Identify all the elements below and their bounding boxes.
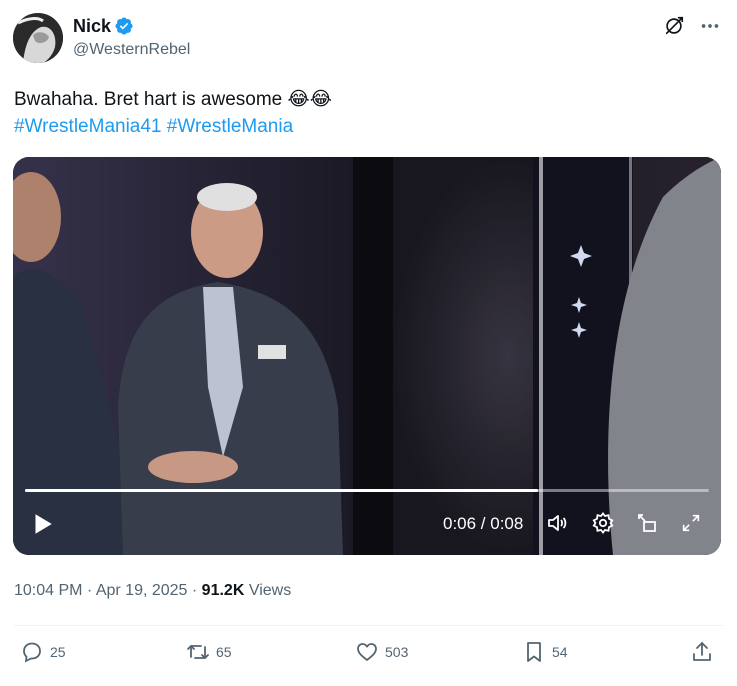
avatar[interactable]: [13, 13, 63, 63]
tweet-text: Bwahaha. Bret hart is awesome 😂😂 #Wrestl…: [14, 86, 714, 140]
repost-icon: [187, 645, 209, 659]
repost-count: 65: [216, 644, 232, 660]
handle[interactable]: @WesternRebel: [73, 39, 190, 61]
hashtag-wrestlemania41[interactable]: #WrestleMania41: [14, 116, 162, 137]
play-icon[interactable]: [29, 511, 55, 537]
timestamp[interactable]: 10:04 PM · Apr 19, 2025 ·: [14, 582, 202, 599]
bookmark-button[interactable]: 54: [522, 640, 568, 664]
fullscreen-icon[interactable]: [677, 509, 705, 537]
display-name[interactable]: Nick: [73, 15, 111, 37]
like-icon: [357, 643, 377, 661]
tweet-body-line: Bwahaha. Bret hart is awesome 😂😂: [14, 86, 714, 113]
bookmark-icon: [527, 642, 541, 662]
video-player[interactable]: 0:06 / 0:08: [13, 157, 721, 555]
tweet-meta: 10:04 PM · Apr 19, 2025 · 91.2K Views: [14, 580, 291, 602]
tweet-body: Bwahaha. Bret hart is awesome: [14, 89, 283, 110]
divider: [14, 625, 723, 626]
tweet-header: Nick @WesternRebel: [13, 13, 721, 65]
name-row: Nick: [73, 15, 190, 37]
settings-icon[interactable]: [589, 509, 617, 537]
more-icon[interactable]: [699, 15, 721, 37]
reply-icon: [23, 642, 41, 663]
verified-badge-icon: [115, 17, 133, 35]
views-label: Views: [244, 582, 292, 599]
share-icon: [693, 642, 711, 661]
reply-button[interactable]: 25: [20, 640, 66, 664]
hashtag-line: #WrestleMania41 #WrestleMania: [14, 113, 714, 140]
share-button[interactable]: [690, 640, 714, 664]
views-count: 91.2K: [201, 582, 245, 599]
reply-count: 25: [50, 644, 66, 660]
pip-icon[interactable]: [633, 509, 661, 537]
video-time: 0:06 / 0:08: [443, 514, 524, 533]
like-count: 503: [385, 644, 409, 660]
hashtag-wrestlemania[interactable]: #WrestleMania: [167, 116, 293, 137]
repost-button[interactable]: 65: [186, 640, 232, 664]
grok-icon[interactable]: [663, 15, 685, 37]
volume-icon[interactable]: [543, 509, 571, 537]
video-controls: 0:06 / 0:08: [13, 495, 721, 555]
header-actions: [663, 15, 721, 37]
bookmark-count: 54: [552, 644, 568, 660]
video-progress-fill: [25, 489, 538, 492]
action-bar: 25 65 503 54: [0, 640, 737, 672]
like-button[interactable]: 503: [355, 640, 408, 664]
video-progress-bar[interactable]: [25, 489, 709, 492]
laughing-emoji: 😂😂: [287, 89, 332, 110]
author-names: Nick @WesternRebel: [73, 15, 190, 61]
